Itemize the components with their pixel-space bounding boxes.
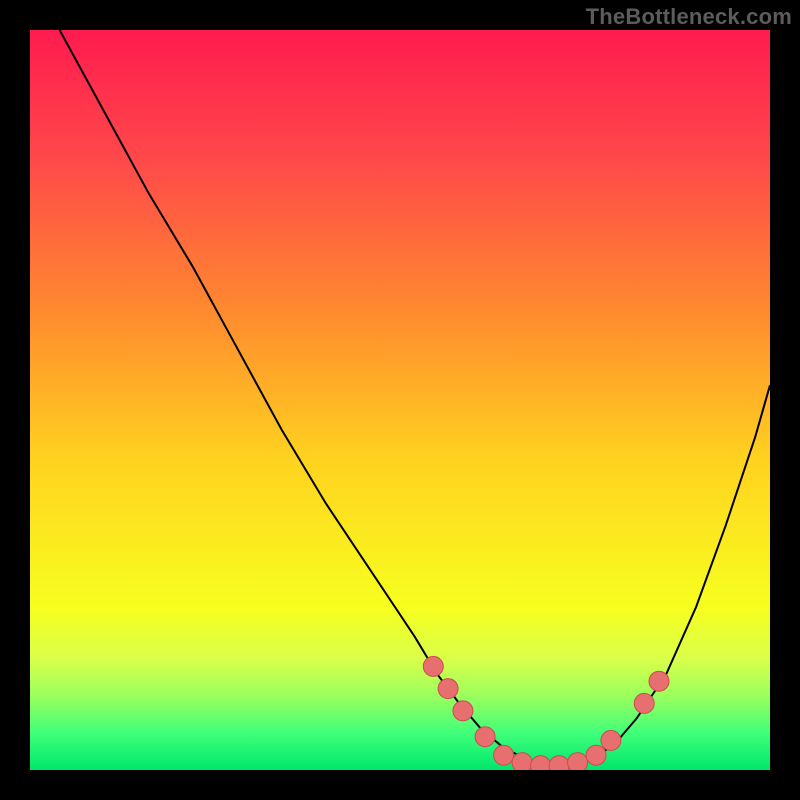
curve-marker: [601, 730, 621, 750]
curve-marker: [494, 745, 514, 765]
curve-marker: [512, 753, 532, 770]
curve-marker: [634, 693, 654, 713]
attribution-label: TheBottleneck.com: [586, 4, 792, 30]
plot-background: [30, 30, 770, 770]
curve-marker: [475, 727, 495, 747]
curve-marker: [568, 753, 588, 770]
curve-marker: [423, 656, 443, 676]
curve-marker: [649, 671, 669, 691]
curve-marker: [586, 745, 606, 765]
curve-marker: [453, 701, 473, 721]
chart-stage: TheBottleneck.com: [0, 0, 800, 800]
bottleneck-chart: [30, 30, 770, 770]
curve-marker: [438, 679, 458, 699]
